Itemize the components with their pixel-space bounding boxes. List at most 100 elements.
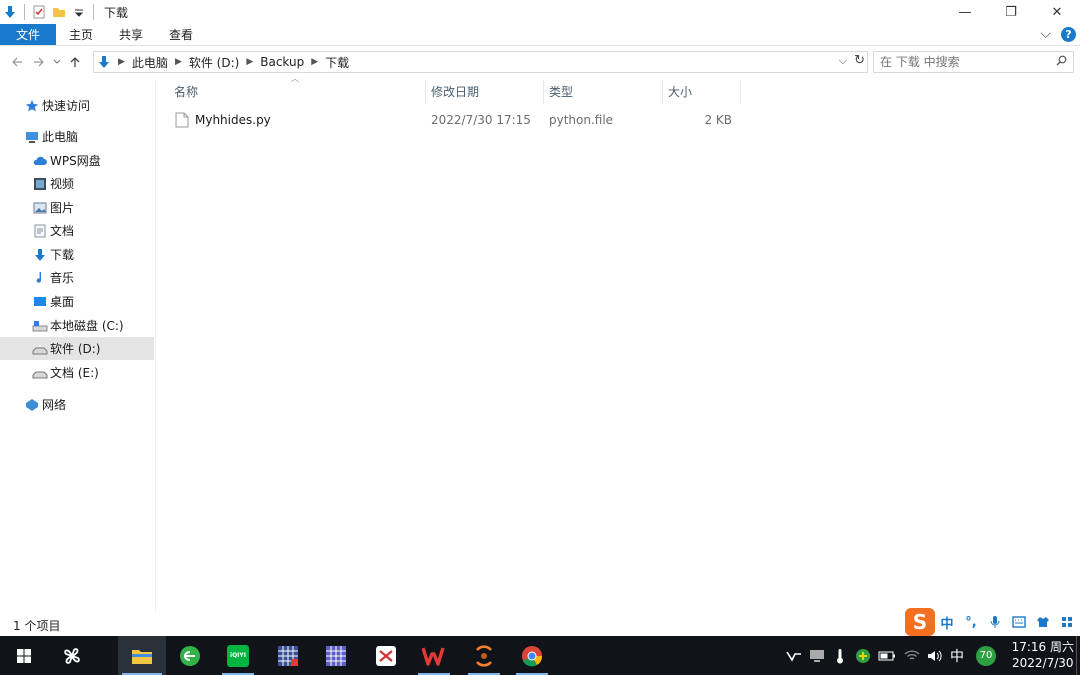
iqiyi-icon: iQIYI (227, 644, 249, 667)
tray-wifi-icon[interactable] (900, 636, 924, 675)
nav-item-documents[interactable]: 文档 (0, 219, 154, 242)
search-box (873, 51, 1074, 73)
sogou-logo-icon[interactable]: S (905, 608, 935, 636)
back-button[interactable] (6, 50, 28, 74)
column-header-type[interactable]: 类型 (549, 76, 659, 106)
tray-temperature-icon[interactable] (830, 636, 850, 675)
breadcrumb-drive-d[interactable]: 软件 (D:) (189, 54, 239, 71)
desktop-icon (32, 294, 48, 310)
expand-ribbon-icon[interactable]: ⌵ (1040, 26, 1051, 42)
ime-punctuation-toggle[interactable]: °, (959, 609, 983, 635)
star-pin-icon (24, 98, 40, 114)
nav-item-label: 文档 (E:) (50, 366, 99, 380)
breadcrumb-chevron-icon[interactable]: ▶ (246, 57, 253, 67)
column-divider[interactable] (662, 80, 663, 104)
nav-item-pictures[interactable]: 图片 (0, 196, 154, 219)
nav-item-drive-c[interactable]: 本地磁盘 (C:) (0, 314, 154, 337)
nav-item-quick-access[interactable]: 快速访问 (0, 94, 154, 117)
python-file-icon (175, 108, 189, 132)
keyboard-icon[interactable] (1007, 609, 1031, 635)
nav-item-music[interactable]: 音乐 (0, 266, 154, 289)
tray-battery-icon[interactable] (876, 636, 898, 675)
search-icon[interactable] (1056, 55, 1067, 69)
taskbar-app-browser-green[interactable] (166, 636, 214, 675)
refresh-icon[interactable]: ↻ (854, 53, 865, 68)
taskbar-app-pinwheel[interactable] (48, 636, 96, 675)
taskbar-app-chrome[interactable] (508, 636, 556, 675)
clock-time: 17:16 周六 (1011, 640, 1074, 654)
restore-button[interactable]: ❐ (988, 0, 1034, 24)
ime-mode-toggle[interactable]: 中 (935, 609, 959, 635)
cloud-icon (32, 153, 48, 169)
breadcrumb-downloads[interactable]: 下载 (325, 54, 349, 71)
column-header-name[interactable]: 名称 (174, 76, 422, 106)
taskbar-app-calendar-purple[interactable] (312, 636, 360, 675)
nav-item-this-pc[interactable]: 此电脑 (0, 125, 154, 148)
nav-item-label: 本地磁盘 (C:) (50, 319, 124, 333)
column-header-size[interactable]: 大小 (668, 76, 738, 106)
customize-dropdown-icon[interactable] (71, 4, 87, 20)
microphone-icon[interactable] (983, 609, 1007, 635)
column-header-modified[interactable]: 修改日期 (431, 76, 541, 106)
taskbar-app-eclipse[interactable] (460, 636, 508, 675)
recent-locations-button[interactable] (50, 50, 64, 74)
iqiyi-label: iQIYI (230, 652, 246, 659)
search-input[interactable] (880, 55, 1050, 69)
download-arrow-icon[interactable] (2, 4, 18, 20)
minimize-button[interactable]: — (942, 0, 988, 24)
column-divider[interactable] (425, 80, 426, 104)
toolbox-grid-icon[interactable] (1055, 609, 1079, 635)
close-button[interactable]: ✕ (1034, 0, 1080, 24)
taskbar-app-iqiyi[interactable]: iQIYI (214, 636, 262, 675)
breadcrumb-backup[interactable]: Backup (260, 55, 304, 69)
taskbar-app-file-explorer[interactable] (118, 636, 166, 675)
taskbar-app-calendar-grid[interactable] (264, 636, 312, 675)
up-button[interactable] (64, 50, 86, 74)
table-row[interactable]: Myhhides.py 2022/7/30 17:15 python.file … (165, 108, 741, 132)
tab-file[interactable]: 文件 (0, 24, 57, 45)
tray-badge[interactable]: 70 (972, 636, 1000, 675)
title-bar: 下载 — ❐ ✕ (0, 0, 1080, 24)
file-list: ︿ 名称 修改日期 类型 大小 Myhhides.py 2022/7/30 17… (157, 74, 1080, 612)
calendar-grid-icon (278, 645, 298, 666)
properties-icon[interactable] (31, 4, 47, 20)
nav-item-drive-e[interactable]: 文档 (E:) (0, 361, 154, 384)
breadcrumb-chevron-icon[interactable]: ▶ (175, 57, 182, 67)
column-divider[interactable] (740, 80, 741, 104)
pinwheel-app-icon (64, 647, 80, 664)
toolbar-divider (24, 4, 25, 20)
tab-share[interactable]: 共享 (106, 24, 156, 45)
nav-item-desktop[interactable]: 桌面 (0, 290, 154, 313)
taskbar-app-wps[interactable] (410, 636, 458, 675)
nav-item-downloads[interactable]: 下载 (0, 243, 154, 266)
breadcrumb-this-pc[interactable]: 此电脑 (132, 54, 168, 71)
forward-button[interactable] (28, 50, 50, 74)
tray-input-language[interactable]: 中 (946, 636, 968, 675)
tray-volume-icon[interactable] (924, 636, 946, 675)
tab-home[interactable]: 主页 (56, 24, 106, 45)
nav-item-videos[interactable]: 视频 (0, 172, 154, 195)
column-divider[interactable] (543, 80, 544, 104)
tab-view[interactable]: 查看 (156, 24, 206, 45)
nav-item-label: 桌面 (50, 295, 75, 309)
tray-vpn-icon[interactable] (784, 636, 804, 675)
address-bar[interactable]: ▶ 此电脑 ▶ 软件 (D:) ▶ Backup ▶ 下载 ⌵ ↻ (93, 51, 868, 73)
nav-item-network[interactable]: 网络 (0, 393, 154, 416)
skin-shirt-icon[interactable] (1031, 609, 1055, 635)
file-name: Myhhides.py (195, 113, 271, 127)
show-desktop-button[interactable] (1076, 636, 1080, 675)
help-icon[interactable]: ? (1061, 26, 1076, 42)
tray-security-icon[interactable] (852, 636, 874, 675)
start-button[interactable] (0, 636, 48, 675)
tray-badge-value: 70 (976, 645, 996, 666)
window-title: 下载 (104, 5, 129, 20)
nav-item-wps-cloud[interactable]: WPS网盘 (0, 149, 154, 172)
taskbar-app-xmind[interactable] (362, 636, 410, 675)
new-folder-icon[interactable] (51, 4, 67, 20)
address-history-dropdown-icon[interactable]: ⌵ (839, 54, 847, 68)
breadcrumb-chevron-icon[interactable]: ▶ (118, 57, 125, 67)
nav-item-drive-d[interactable]: 软件 (D:) (0, 337, 154, 360)
tray-display-icon[interactable] (806, 636, 828, 675)
breadcrumb-chevron-icon[interactable]: ▶ (311, 57, 318, 67)
system-clock[interactable]: 17:16 周六 2022/7/30 (1012, 639, 1074, 671)
